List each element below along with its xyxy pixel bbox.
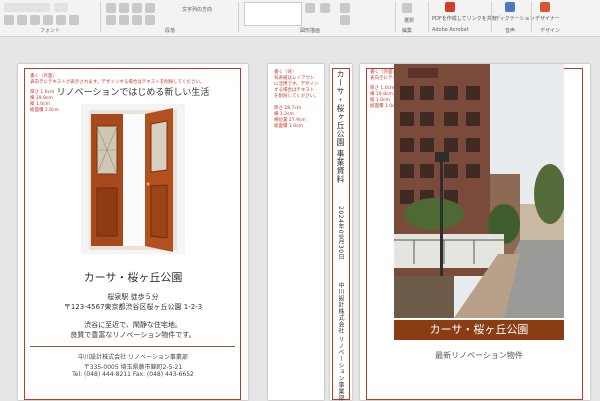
group-label-font: フォント: [40, 28, 61, 34]
title-banner: カーサ・桜ヶ丘公園: [394, 320, 564, 340]
select-button[interactable]: 選択: [404, 17, 414, 24]
pdf-icon[interactable]: [445, 2, 455, 12]
company-tel: Tel: (048) 444-8211 Fax: (048) 443-6652: [72, 371, 194, 378]
group-label-paragraph: 段落: [165, 28, 176, 34]
spine-title: カーサ・桜ヶ丘公園 事業資料: [336, 70, 345, 184]
door-image: [81, 104, 185, 254]
line-spacing-icon[interactable]: [145, 3, 155, 13]
description-line: 良質で豊富なリノベーション物件です。: [70, 331, 196, 339]
highlight-icon[interactable]: [56, 15, 66, 25]
spec-line: 厚さ 28.7cm: [274, 106, 302, 111]
spec-line: 総面積 1.0cm: [274, 124, 303, 129]
note-line: に活用です。デザイン: [274, 82, 319, 87]
numbering-icon[interactable]: [119, 3, 129, 13]
clear-format-icon[interactable]: [69, 15, 79, 25]
building-photo: [394, 64, 566, 318]
underline-icon[interactable]: [30, 15, 40, 25]
spec-line: 厚さ 1.0cm: [370, 86, 395, 91]
align-center-icon[interactable]: [119, 15, 129, 25]
shape-outline-icon[interactable]: [340, 15, 350, 25]
note-line: を削除してください。: [274, 94, 319, 99]
address-line: 〒123-4567東京都渋谷区桜ヶ丘公園 1-2-3: [63, 303, 203, 311]
back-title: カーサ・桜ヶ丘公園: [429, 323, 529, 336]
align-right-icon[interactable]: [132, 15, 142, 25]
note-line: 書く（背）: [274, 70, 297, 75]
spec-line: 縦 1.0cm: [370, 98, 390, 103]
text-direction-button[interactable]: 文字列の方向: [182, 6, 212, 13]
company-name: 中川設計株式会社 リノベーション事業部: [78, 354, 188, 361]
dictation-button[interactable]: ディクテーション: [495, 15, 535, 22]
quick-styles-icon[interactable]: [320, 3, 330, 13]
note-line: 書く（外面）: [30, 74, 57, 79]
front-page[interactable]: 書く（外面） 表向きにテキストが表示されます。デザインする場合はテキストを削除し…: [18, 64, 248, 400]
designer-button[interactable]: デザイナー: [535, 15, 560, 22]
group-label-drawing: 図形描画: [300, 28, 321, 34]
font-color-icon[interactable]: [43, 15, 53, 25]
group-label-acrobat: Adobe Acrobat: [432, 27, 469, 33]
spine-page[interactable]: カーサ・桜ヶ丘公園 事業資料 2024年09月30日 中川設計株式会社 リノベー…: [330, 64, 352, 401]
note-line: 書く（外面）: [370, 70, 397, 75]
microphone-icon[interactable]: [505, 2, 515, 12]
arrange-icon[interactable]: [305, 3, 315, 13]
spec-line: 横 1.2cm: [274, 112, 294, 117]
find-icon[interactable]: [402, 3, 412, 13]
company-address: 〒335-0005 埼玉県蕨市錦町2-5-21: [83, 364, 183, 371]
headline: リノベーションではじめる新しい生活: [56, 88, 210, 98]
italic-icon[interactable]: [17, 15, 27, 25]
bullets-icon[interactable]: [106, 3, 116, 13]
designer-icon[interactable]: [540, 2, 550, 12]
note-line: する場合はテキスト: [274, 88, 315, 93]
spec-line: 横位置 27.9cm: [274, 118, 306, 123]
description-line: 渋谷に至近で、閑静な住宅地。: [84, 321, 182, 329]
spine-date: 2024年09月30日: [337, 206, 344, 261]
indent-icon[interactable]: [132, 3, 142, 13]
pdf-share-button[interactable]: PDFを作成してリンクを共有: [432, 15, 497, 22]
station-line: 桜泉駅 徒歩５分: [107, 293, 159, 301]
back-page[interactable]: 書く（外面） 表向きにテキストが表示されます。デザインする場合はテキストを削除し…: [360, 64, 590, 400]
spec-line: 横 19.8cm: [370, 92, 393, 97]
back-subtitle: 最新リノベーション物件: [435, 351, 523, 360]
title: カーサ・桜ヶ丘公園: [83, 271, 183, 284]
font-size-box[interactable]: [54, 3, 68, 12]
ribbon: フォント 文字列の方向 段落 図形描画 選択 編集 PDFを作成してリンクを共有…: [0, 0, 600, 37]
spec-line: 縦 1.0cm: [30, 102, 50, 107]
group-label-designer: デザイン: [540, 28, 561, 34]
justify-icon[interactable]: [145, 15, 155, 25]
spec-line: 総面積 1.0cm: [30, 108, 59, 113]
group-label-edit: 編集: [402, 28, 413, 34]
align-left-icon[interactable]: [106, 15, 116, 25]
divider: [30, 346, 235, 347]
shapes-gallery[interactable]: [244, 2, 302, 26]
spine-notes-page[interactable]: 書く（背） 背表紙はレイアウト に活用です。デザイン する場合はテキスト を削除…: [268, 64, 324, 400]
font-name-box[interactable]: [4, 3, 50, 12]
shape-fill-icon[interactable]: [340, 3, 350, 13]
spine-company: 中川設計株式会社 リノベーション事業部: [337, 282, 344, 401]
bold-icon[interactable]: [4, 15, 14, 25]
note-line: 背表紙はレイアウト: [274, 76, 315, 81]
group-label-voice: 音声: [505, 28, 516, 34]
